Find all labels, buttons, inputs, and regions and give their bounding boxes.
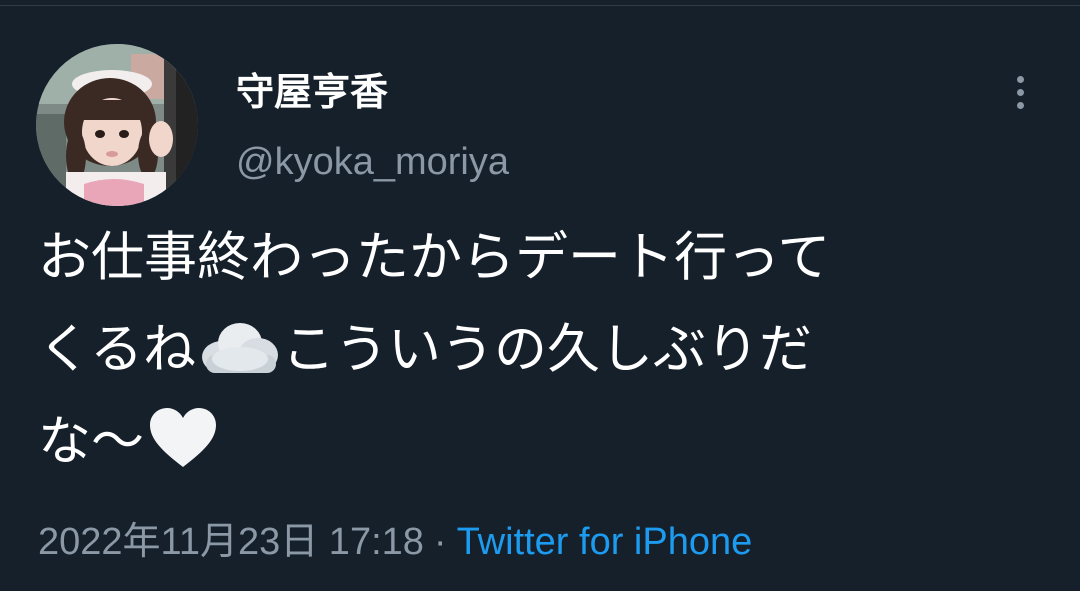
tweet-meta: 2022年11月23日 17:18 · Twitter for iPhone [38, 514, 752, 570]
avatar[interactable] [36, 44, 198, 206]
source-link[interactable]: Twitter for iPhone [457, 521, 753, 563]
cloud-icon [201, 323, 278, 373]
display-name[interactable]: 守屋亨香 [236, 66, 388, 118]
handle[interactable]: @kyoka_moriya [236, 136, 509, 188]
more-dots-icon [1016, 75, 1024, 83]
tweet-text: お仕事終わったからデート行って くるね こういうの久しぶりだ な〜 [38, 212, 1048, 488]
tweet-text-line: な〜 [38, 396, 1048, 488]
meta-separator: · [433, 521, 447, 563]
white-heart-icon [150, 408, 216, 467]
timestamp[interactable]: 2022年11月23日 17:18 [38, 521, 424, 563]
more-options-button[interactable] [1000, 68, 1040, 116]
tweet-text-line: お仕事終わったからデート行って [38, 227, 831, 288]
divider [0, 5, 1080, 6]
tweet-text-line: くるね こういうの久しぶりだ [38, 304, 1048, 396]
tweet-detail: 守屋亨香 @kyoka_moriya お仕事終わったからデート行って くるね こ… [0, 0, 1080, 591]
